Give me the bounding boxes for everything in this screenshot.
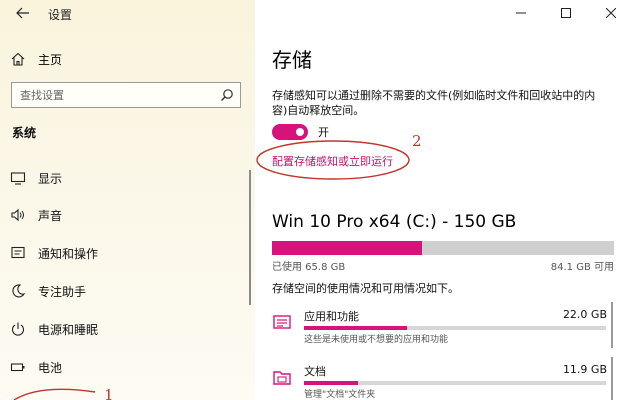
close-icon [605,8,616,18]
page-title: 存储 [272,48,312,72]
back-button[interactable] [8,2,38,24]
sidebar-item-label: 专注助手 [38,284,87,299]
category-name: 文档 [304,365,326,378]
category-documents[interactable]: 文档 11.9 GB 管理"文档"文件夹 [272,357,613,400]
battery-icon [10,359,26,375]
notification-icon [10,245,26,261]
sidebar-item-notifications[interactable]: 通知和操作 [10,241,245,265]
category-usage-fill [304,326,407,330]
sidebar-scrollbar[interactable] [249,170,251,305]
maximize-icon [560,8,571,18]
category-size: 22.0 GB [562,308,607,321]
home-icon [11,52,25,66]
drive-usage-bar [272,241,614,255]
back-arrow-icon [16,7,29,19]
drive-usage-fill [272,241,423,255]
category-description: 管理"文档"文件夹 [304,390,376,400]
category-size: 11.9 GB [562,363,607,376]
usage-description: 存储空间的使用情况和可用情况如下。 [272,282,459,295]
documents-icon [272,367,292,387]
power-icon [10,321,26,337]
storage-sense-toggle-row: 开 [272,124,329,140]
main-scrollbar[interactable] [611,302,613,348]
storage-sense-description: 存储感知可以通过删除不需要的文件(例如临时文件和回收站中的内容)自动释放空间。 [272,89,596,117]
configure-storage-sense-link[interactable]: 配置存储感知或立即运行 [272,153,393,169]
category-apps-features[interactable]: 应用和功能 22.0 GB 这些是未使用或不想要的应用和功能 [272,302,613,348]
search-icon[interactable] [220,88,234,102]
toggle-knob [296,128,304,136]
window-controls [498,0,633,26]
sidebar-item-home[interactable]: 主页 [10,49,62,69]
sidebar-item-label: 显示 [38,171,63,186]
sidebar-item-label: 电源和睡眠 [38,322,99,337]
category-usage-fill [304,381,359,385]
sidebar: 设置 主页 系统 显示 声音 通知和操作 专注助 [0,0,255,400]
main-scrollbar[interactable] [611,357,613,400]
sidebar-item-focus-assist[interactable]: 专注助手 [10,279,245,303]
annotation-number-1: 1 [104,386,114,400]
close-button[interactable] [588,0,633,26]
toggle-state-label: 开 [318,126,329,139]
app-title: 设置 [48,8,73,22]
sidebar-item-label: 声音 [38,208,63,223]
storage-sense-toggle[interactable] [272,124,308,140]
maximize-button[interactable] [543,0,588,26]
drive-title: Win 10 Pro x64 (C:) - 150 GB [272,212,517,232]
annotation-number-2: 2 [412,132,422,150]
sidebar-item-power-sleep[interactable]: 电源和睡眠 [10,317,245,341]
moon-icon [10,283,26,299]
speaker-icon [10,207,26,223]
sidebar-item-label: 电池 [38,360,63,375]
section-title: 系统 [12,126,37,140]
search-input[interactable] [20,88,210,102]
sidebar-item-label: 通知和操作 [38,246,99,261]
apps-icon [272,312,292,332]
main-content: 存储 存储感知可以通过删除不需要的文件(例如临时文件和回收站中的内容)自动释放空… [255,0,633,400]
category-usage-bar [304,381,606,385]
category-description: 这些是未使用或不想要的应用和功能 [304,335,449,345]
available-space-label: 84.1 GB 可用 [550,262,614,273]
category-usage-bar [304,326,606,330]
sidebar-item-sound[interactable]: 声音 [10,203,245,227]
minimize-button[interactable] [498,0,543,26]
minimize-icon [515,12,526,14]
used-space-label: 已使用 65.8 GB [272,262,346,273]
search-box[interactable] [11,82,241,108]
category-name: 应用和功能 [304,310,359,323]
sidebar-item-battery[interactable]: 电池 [10,355,245,379]
sidebar-item-label: 主页 [38,52,63,67]
sidebar-item-display[interactable]: 显示 [10,166,245,190]
monitor-icon [10,170,26,186]
